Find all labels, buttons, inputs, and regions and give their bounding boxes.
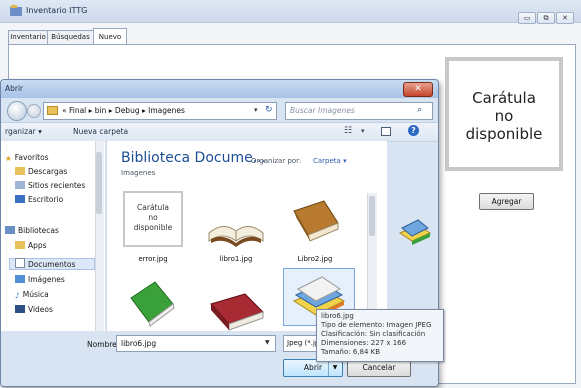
thumb-line: no [148, 213, 158, 222]
nav-label: Sitios recientes [28, 181, 86, 190]
chevron-down-icon[interactable]: ▼ [265, 339, 270, 346]
library-icon [5, 226, 15, 234]
open-button-label: Abrir [303, 363, 323, 372]
nav-label: Videos [28, 305, 53, 314]
tooltip-line: Tamaño: 6,84 KB [321, 348, 381, 356]
arrange-by-label: Organizar por: [251, 157, 302, 165]
document-icon [15, 258, 25, 268]
nav-label: Música [22, 290, 49, 299]
nav-label: Imágenes [28, 275, 65, 284]
nav-label: Favoritos [14, 153, 49, 162]
chevron-down-icon[interactable]: ▾ [361, 127, 365, 135]
dialog-titlebar: Abrir ✕ [1, 80, 438, 98]
library-subtitle: Imagenes [121, 169, 156, 177]
tab-inventario[interactable]: Inventario [8, 30, 48, 44]
pictures-icon [15, 275, 25, 283]
file-thumb-error[interactable]: Carátula no disponible [123, 191, 183, 247]
new-folder-button[interactable]: Nueva carpeta [73, 127, 128, 136]
nav-label: Descargas [28, 167, 68, 176]
nav-item-documentos[interactable]: Documentos [15, 258, 75, 270]
search-input[interactable]: Buscar Imagenes ⌕ [285, 102, 433, 120]
tooltip-line: Clasificación: Sin clasificación [321, 330, 426, 338]
tooltip-line: Tipo de elemento: Imagen JPEG [321, 321, 432, 329]
nav-item-bibliotecas[interactable]: Bibliotecas [5, 225, 59, 237]
main-titlebar: Inventario ITTG ▭ ⧉ ✕ [0, 0, 581, 24]
nav-item-descargas[interactable]: Descargas [15, 166, 67, 178]
file-name-label: Nombre: [87, 340, 120, 349]
music-icon: ♪ [15, 291, 20, 300]
thumb-line: Carátula [137, 203, 169, 212]
tooltip-line: libro6.jpg [321, 312, 354, 320]
file-name-error[interactable]: error.jpg [122, 255, 184, 263]
tab-busquedas[interactable]: Búsquedas [47, 30, 94, 44]
tab-nuevo[interactable]: Nuevo [93, 28, 127, 45]
nav-item-sitios-recientes[interactable]: Sitios recientes [15, 180, 85, 192]
open-book-image[interactable] [205, 193, 267, 255]
green-book-image[interactable] [121, 270, 183, 332]
file-type-value: Jpeg (*.jp [287, 339, 320, 347]
nav-item-apps[interactable]: Apps [15, 240, 47, 252]
error-thumb-text: Carátula no disponible [125, 203, 181, 233]
nav-label: Apps [28, 241, 47, 250]
file-info-tooltip: libro6.jpg Tipo de elemento: Imagen JPEG… [316, 309, 444, 362]
brown-book-image[interactable] [284, 193, 346, 255]
thumb-line: disponible [133, 223, 173, 232]
arrange-by-dropdown[interactable]: Carpeta ▾ [313, 157, 347, 165]
nav-item-musica[interactable]: ♪ Música [15, 289, 49, 301]
forward-arrow-icon[interactable] [27, 104, 41, 118]
file-name-libro2[interactable]: Libro2.jpg [284, 255, 346, 263]
app-icon [10, 5, 22, 16]
address-bar[interactable]: « Final ▸ bin ▸ Debug ▸ Imagenes ▾ ↻ [43, 102, 277, 120]
folder-icon [47, 106, 58, 115]
nav-scrollbar-thumb[interactable] [96, 152, 102, 214]
search-icon[interactable]: ⌕ [417, 105, 422, 115]
recent-places-icon [15, 181, 25, 189]
file-name-value: libro6.jpg [121, 339, 157, 348]
help-icon[interactable]: ? [408, 125, 419, 136]
cover-line: disponible [465, 125, 543, 143]
app-title: Inventario ITTG [26, 6, 88, 15]
organize-menu[interactable]: rganizar ▾ [5, 127, 42, 136]
cover-image-box: Carátula no disponible [445, 57, 563, 171]
download-folder-icon [15, 167, 25, 175]
preview-pane-icon[interactable] [381, 127, 391, 136]
breadcrumb[interactable]: « Final ▸ bin ▸ Debug ▸ Imagenes [62, 106, 185, 115]
cover-placeholder-text: Carátula no disponible [449, 89, 559, 143]
search-placeholder: Buscar Imagenes [290, 106, 355, 115]
dialog-title: Abrir [5, 84, 24, 93]
refresh-icon[interactable]: ↻ [265, 105, 273, 115]
partial-books-image[interactable] [398, 215, 432, 249]
cover-line: no [494, 107, 514, 125]
nav-label: Escritorio [28, 195, 64, 204]
file-name-input[interactable]: libro6.jpg ▼ [116, 335, 276, 352]
dialog-close-button[interactable]: ✕ [403, 82, 433, 97]
chevron-down-icon[interactable]: ▾ [254, 106, 258, 114]
maximize-button[interactable]: ⧉ [537, 12, 555, 24]
file-name-libro1[interactable]: libro1.jpg [205, 255, 267, 263]
close-button[interactable]: ✕ [556, 12, 574, 24]
tooltip-line: Dimensiones: 227 x 166 [321, 339, 407, 347]
add-button[interactable]: Agregar [479, 193, 534, 210]
back-arrow-icon[interactable] [7, 101, 27, 121]
library-title: Biblioteca Docume... [121, 150, 267, 166]
nav-label: Documentos [28, 260, 76, 269]
star-icon: ★ [5, 154, 12, 163]
dialog-toolbar: rganizar ▾ Nueva carpeta ☷ ▾ ? [1, 122, 438, 142]
nav-label: Bibliotecas [18, 226, 59, 235]
nav-item-videos[interactable]: Videos [15, 304, 53, 316]
minimize-button[interactable]: ▭ [518, 12, 536, 24]
nav-item-imagenes[interactable]: Imágenes [15, 274, 65, 286]
chevron-down-icon[interactable]: ▼ [328, 360, 341, 376]
desktop-icon [15, 195, 25, 203]
nav-item-escritorio[interactable]: Escritorio [15, 194, 63, 206]
views-icon[interactable]: ☷ [344, 126, 352, 136]
folder-icon [15, 241, 25, 249]
nav-item-favoritos[interactable]: ★ Favoritos [5, 152, 49, 164]
video-icon [15, 305, 25, 313]
cover-line: Carátula [472, 89, 536, 107]
content-scrollbar-thumb[interactable] [369, 196, 375, 236]
